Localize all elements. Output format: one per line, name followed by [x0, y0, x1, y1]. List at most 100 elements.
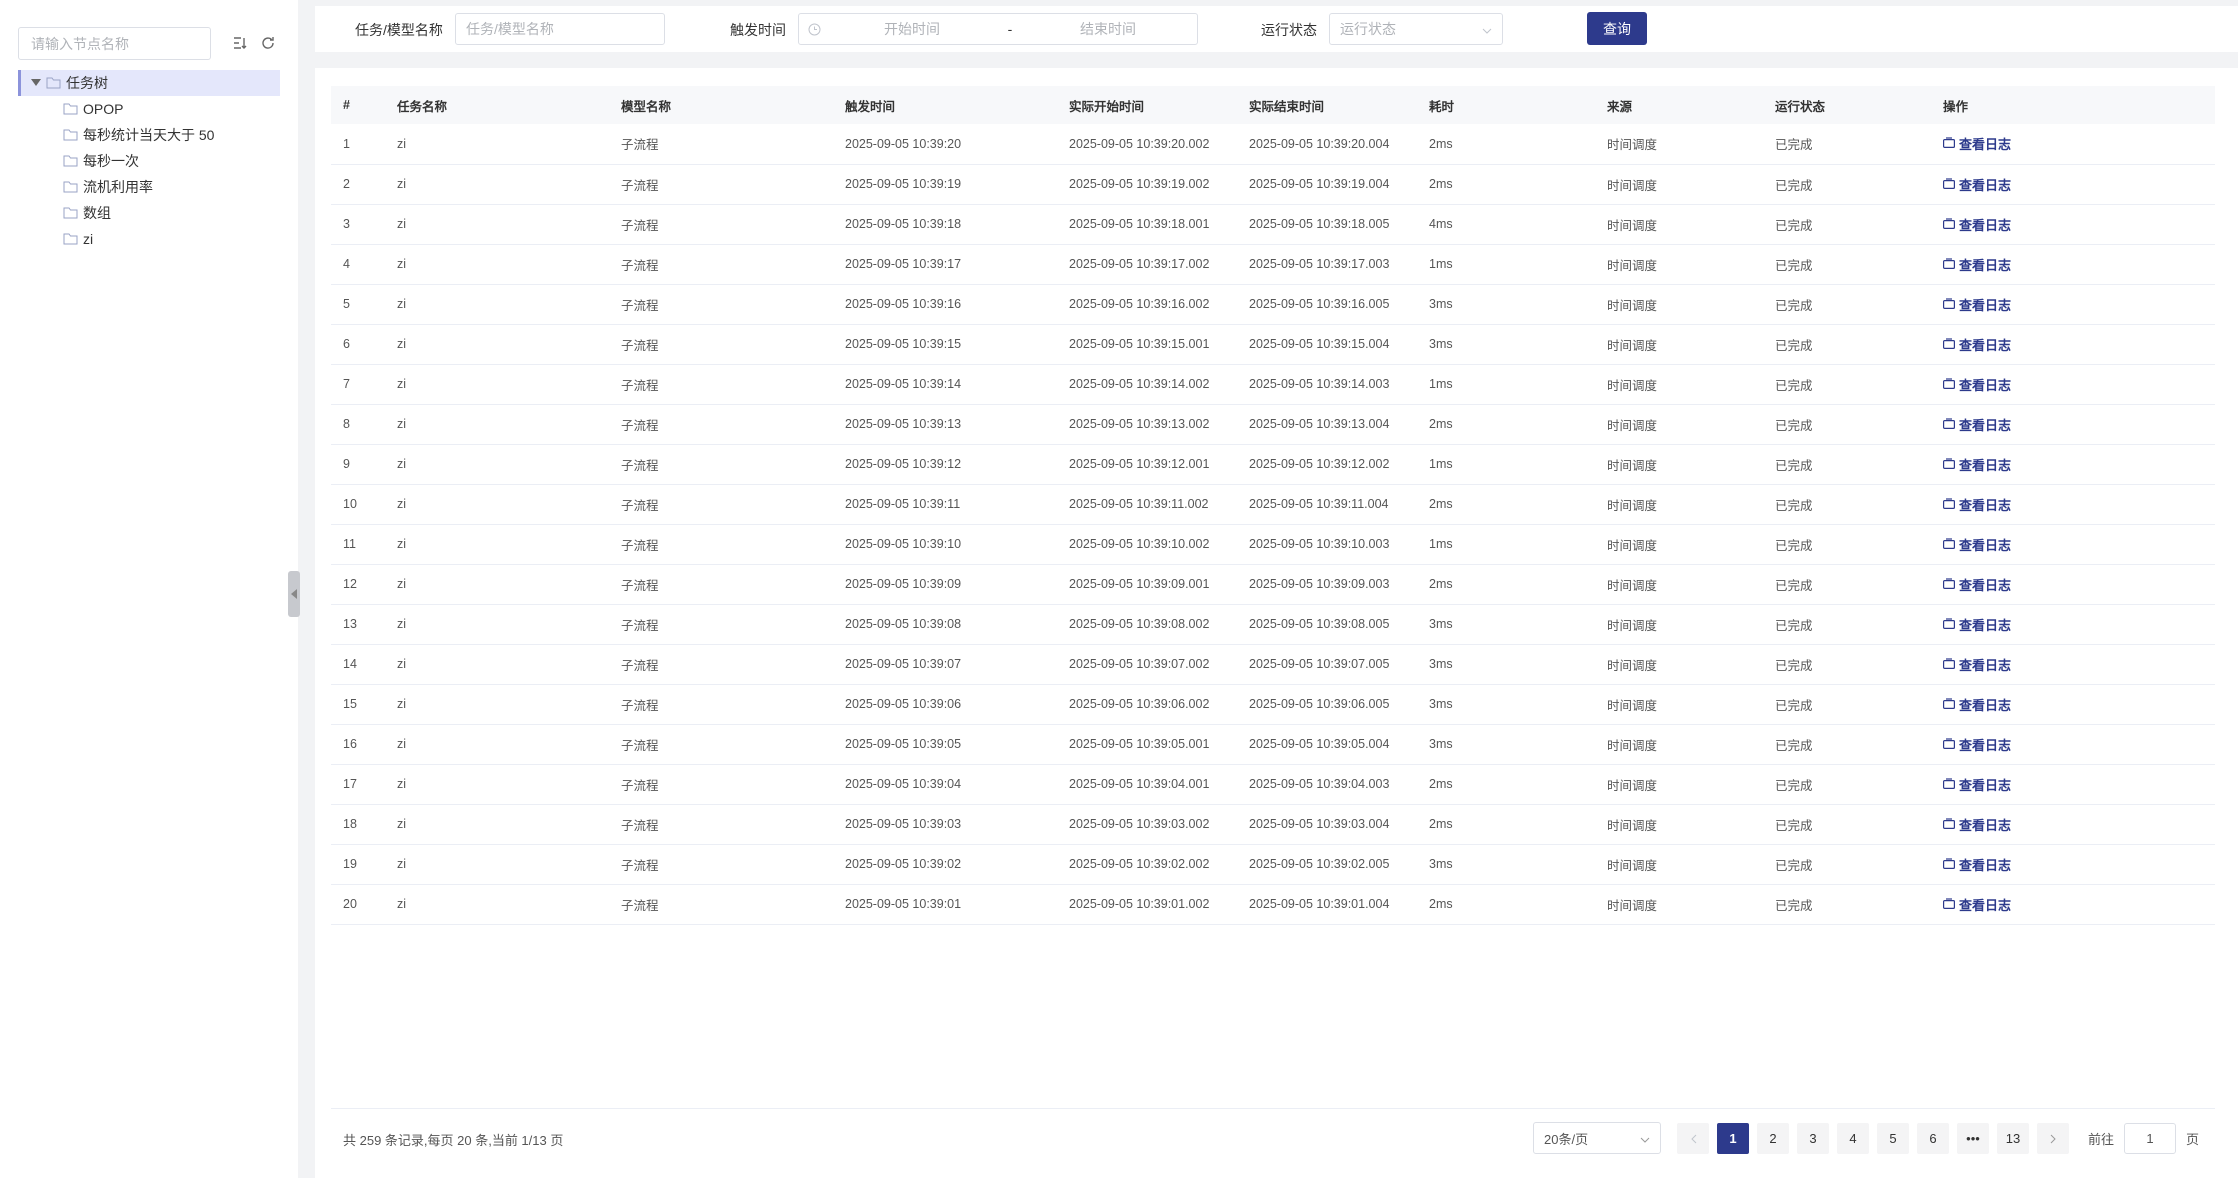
- trigger-time-range-picker[interactable]: 开始时间 - 结束时间: [798, 13, 1198, 45]
- tree-node-child[interactable]: 数组: [18, 200, 280, 226]
- goto-suffix: 页: [2186, 1132, 2200, 1147]
- view-log-link[interactable]: 查看日志: [1943, 735, 2011, 754]
- column-header: 运行状态: [1775, 99, 1826, 114]
- table-cell: zi: [397, 136, 407, 151]
- prev-page-button[interactable]: [1677, 1123, 1709, 1154]
- view-log-link[interactable]: 查看日志: [1943, 615, 2011, 634]
- view-log-link[interactable]: 查看日志: [1943, 335, 2011, 354]
- task-model-input[interactable]: [455, 13, 665, 45]
- task-tree: 任务树 OPOP 每秒统计当天大于 50 每秒一次 流机利用率 数组 zi: [18, 70, 280, 252]
- action-cell: 查看日志: [1931, 204, 2215, 244]
- table-cell: 2025-09-05 10:39:13.002: [1069, 417, 1210, 431]
- table-cell: 2025-09-05 10:39:06.002: [1069, 697, 1210, 711]
- table-cell: 2025-09-05 10:39:08.005: [1249, 617, 1390, 631]
- page-button[interactable]: 13: [1997, 1123, 2029, 1154]
- table-cell: 2025-09-05 10:39:07: [845, 657, 962, 671]
- tree-node-child[interactable]: 每秒统计当天大于 50: [18, 122, 280, 148]
- table-cell: 2ms: [1429, 497, 1453, 511]
- footer-divider: [331, 1108, 2215, 1109]
- view-log-link[interactable]: 查看日志: [1943, 375, 2011, 394]
- view-log-label: 查看日志: [1959, 257, 2012, 273]
- page-button[interactable]: 6: [1917, 1123, 1949, 1154]
- view-log-link[interactable]: 查看日志: [1943, 855, 2011, 874]
- run-status-select[interactable]: 运行状态: [1329, 13, 1503, 45]
- tree-search-input[interactable]: [18, 27, 211, 60]
- table-cell: 时间调度: [1607, 338, 1658, 353]
- goto-page-input[interactable]: [2124, 1123, 2177, 1154]
- table-cell: 4: [343, 257, 350, 271]
- view-log-link[interactable]: 查看日志: [1943, 415, 2011, 434]
- view-log-link[interactable]: 查看日志: [1943, 655, 2011, 674]
- view-log-link[interactable]: 查看日志: [1943, 775, 2011, 794]
- table-cell: 已完成: [1775, 578, 1813, 593]
- more-pages-button[interactable]: •••: [1957, 1123, 1989, 1154]
- query-button[interactable]: 查询: [1587, 12, 1647, 45]
- view-log-link[interactable]: 查看日志: [1943, 815, 2011, 834]
- table-header-row: # 任务名称 模型名称 触发时间 实际开始时间 实际结束时间 耗时 来源 运行状态 操作: [331, 86, 2215, 124]
- table-cell: 已完成: [1775, 698, 1813, 713]
- view-log-link[interactable]: 查看日志: [1943, 175, 2011, 194]
- table-cell: 2025-09-05 10:39:06.005: [1249, 697, 1390, 711]
- table-cell: zi: [397, 377, 407, 391]
- tree-node-child[interactable]: OPOP: [18, 96, 280, 122]
- table-cell: 13: [343, 617, 357, 631]
- view-log-link[interactable]: 查看日志: [1943, 575, 2011, 594]
- end-time-input[interactable]: 结束时间: [1025, 19, 1191, 39]
- view-log-link[interactable]: 查看日志: [1943, 535, 2011, 554]
- table-cell: 3ms: [1429, 697, 1453, 711]
- tree-node-child[interactable]: 每秒一次: [18, 148, 280, 174]
- table-cell: zi: [397, 657, 407, 671]
- table-cell: 2025-09-05 10:39:16.005: [1249, 297, 1390, 311]
- view-log-link[interactable]: 查看日志: [1943, 455, 2011, 474]
- table-cell: 已完成: [1775, 858, 1813, 873]
- table-cell: 14: [343, 657, 357, 671]
- chevron-down-icon: [1640, 1131, 1650, 1146]
- tree-node-root[interactable]: 任务树: [18, 70, 280, 96]
- task-model-label: 任务/模型名称: [355, 22, 443, 38]
- collapse-sidebar-handle[interactable]: [288, 571, 300, 617]
- page-button[interactable]: 4: [1837, 1123, 1869, 1154]
- expand-collapse-icon[interactable]: [230, 33, 250, 53]
- table-cell: 时间调度: [1607, 258, 1658, 273]
- refresh-icon[interactable]: [258, 33, 278, 53]
- view-log-link[interactable]: 查看日志: [1943, 255, 2011, 274]
- table-cell: 2025-09-05 10:39:12.002: [1249, 457, 1390, 471]
- tree-node-child[interactable]: zi: [18, 226, 280, 252]
- table-cell: 2025-09-05 10:39:09: [845, 577, 962, 591]
- view-log-link[interactable]: 查看日志: [1943, 295, 2011, 314]
- table-cell: 时间调度: [1607, 578, 1658, 593]
- table-cell: 2ms: [1429, 177, 1453, 191]
- table-cell: 2025-09-05 10:39:01.002: [1069, 897, 1210, 911]
- view-log-link[interactable]: 查看日志: [1943, 134, 2011, 153]
- table-cell: 2025-09-05 10:39:05.001: [1069, 737, 1210, 751]
- next-page-button[interactable]: [2037, 1123, 2069, 1154]
- monitor-icon: [1943, 617, 1956, 632]
- view-log-label: 查看日志: [1959, 137, 2012, 153]
- table-cell: 9: [343, 457, 350, 471]
- start-time-input[interactable]: 开始时间: [829, 19, 995, 39]
- table-cell: 时间调度: [1607, 218, 1658, 233]
- view-log-link[interactable]: 查看日志: [1943, 695, 2011, 714]
- view-log-label: 查看日志: [1959, 777, 2012, 793]
- page-button[interactable]: 3: [1797, 1123, 1829, 1154]
- page-button[interactable]: 2: [1757, 1123, 1789, 1154]
- monitor-icon: [1943, 297, 1956, 312]
- table-cell: 2025-09-05 10:39:14.002: [1069, 377, 1210, 391]
- folder-icon: [44, 75, 62, 91]
- page-button[interactable]: 1: [1717, 1123, 1749, 1154]
- table-cell: 2025-09-05 10:39:08: [845, 617, 962, 631]
- table-cell: 已完成: [1775, 138, 1813, 153]
- view-log-link[interactable]: 查看日志: [1943, 215, 2011, 234]
- table-cell: 1: [343, 136, 350, 151]
- page-button[interactable]: 5: [1877, 1123, 1909, 1154]
- view-log-link[interactable]: 查看日志: [1943, 495, 2011, 514]
- table-cell: 2025-09-05 10:39:01.004: [1249, 897, 1390, 911]
- caret-down-icon[interactable]: [28, 75, 44, 91]
- table-cell: 2025-09-05 10:39:19: [845, 177, 962, 191]
- page-size-select[interactable]: 20条/页: [1533, 1122, 1661, 1154]
- view-log-link[interactable]: 查看日志: [1943, 895, 2011, 914]
- tree-node-child[interactable]: 流机利用率: [18, 174, 280, 200]
- table-cell: 3ms: [1429, 657, 1453, 671]
- table-cell: 子流程: [621, 738, 659, 753]
- action-cell: 查看日志: [1931, 724, 2215, 764]
